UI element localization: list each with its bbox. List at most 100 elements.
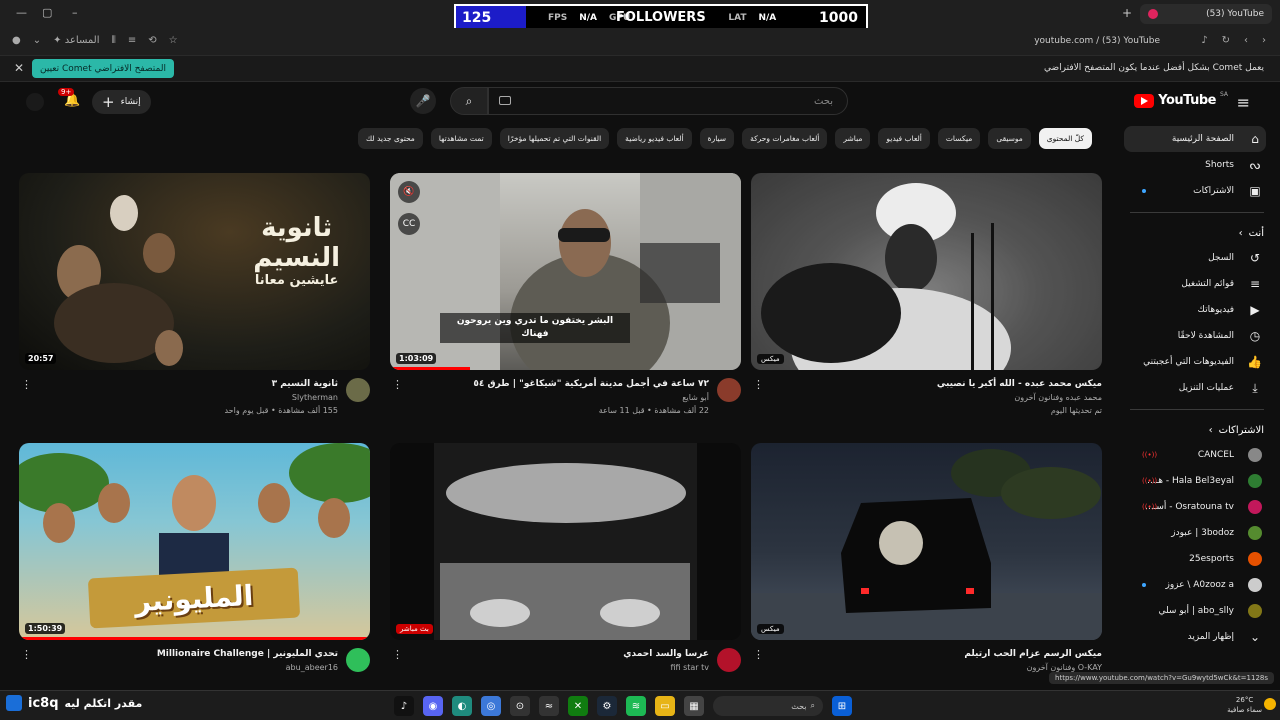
url-field[interactable]: youtube.com / (53) YouTube: [1034, 36, 1160, 46]
filter-chip[interactable]: محتوى جديد لك: [357, 128, 423, 149]
video-title[interactable]: ٧٢ ساعة في أجمل مدينة أمريكية "شيكاغو" |…: [418, 378, 709, 391]
more-actions-icon[interactable]: ⋮: [392, 648, 403, 661]
captions-icon[interactable]: CC: [398, 213, 420, 235]
channel-avatar[interactable]: [717, 648, 741, 672]
more-actions-icon[interactable]: ⋮: [21, 648, 32, 661]
more-actions-icon[interactable]: ⋮: [21, 378, 32, 391]
search-input[interactable]: بحث: [488, 87, 848, 115]
notifications-button[interactable]: 🔔 9+: [58, 88, 80, 108]
sidebar-item-liked[interactable]: 👍 الفيديوهات التي أعجبتني: [1120, 349, 1280, 375]
set-default-button[interactable]: تعيين Comet المتصفح الافتراضي: [32, 59, 174, 78]
show-more-button[interactable]: ⌄ إظهار المزيد: [1120, 624, 1280, 650]
video-thumbnail[interactable]: المليونير 1:50:39: [19, 443, 370, 640]
windows-start-icon[interactable]: ⊞: [832, 696, 852, 716]
network-icon[interactable]: ≈: [539, 696, 559, 716]
video-title[interactable]: تحدي المليونير | Millionaire Challenge: [47, 648, 338, 661]
bookmark-star-icon[interactable]: ☆: [169, 35, 178, 46]
filter-chip[interactable]: ألعاب فيديو: [878, 128, 930, 149]
filter-chip[interactable]: موسيقى: [988, 128, 1031, 149]
video-card[interactable]: المليونير 1:50:39 تحدي المليونير | Milli…: [19, 443, 370, 700]
video-thumbnail[interactable]: ميكس: [751, 443, 1102, 640]
app-icon[interactable]: [6, 695, 22, 711]
filter-chip[interactable]: ميكسات: [937, 128, 981, 149]
steam-icon[interactable]: ⚙: [597, 696, 617, 716]
menu-icon[interactable]: ≡: [128, 35, 136, 46]
close-icon[interactable]: ✕: [14, 61, 24, 75]
video-thumbnail[interactable]: ثانوية النسيم عايشين معانا 20:57: [19, 173, 370, 370]
filter-chip[interactable]: مباشر: [835, 128, 871, 149]
reload-icon[interactable]: ↻: [1222, 35, 1230, 46]
subscription-item[interactable]: Osratouna tv - أسـ... ((•)): [1120, 494, 1280, 520]
channel-name[interactable]: fifi star tv: [390, 661, 709, 674]
mute-icon[interactable]: 🔇: [398, 181, 420, 203]
mic-icon[interactable]: ♪: [1201, 35, 1207, 46]
voice-search-button[interactable]: 🎤: [410, 88, 436, 114]
close-window-icon[interactable]: –: [72, 6, 78, 19]
forward-icon[interactable]: ›: [1262, 35, 1266, 46]
filter-chip[interactable]: ألعاب فيديو رياضية: [617, 128, 692, 149]
back-icon[interactable]: ‹: [1244, 35, 1248, 46]
app-icon[interactable]: ▦: [684, 696, 704, 716]
assistant-button[interactable]: ✦ المساعد: [53, 35, 99, 46]
channel-name[interactable]: أبو شايع: [390, 391, 709, 404]
channel-name[interactable]: abu_abeer16: [19, 661, 338, 674]
filter-chip[interactable]: سيارة: [699, 128, 735, 149]
new-tab-button[interactable]: +: [1122, 6, 1132, 20]
channel-avatar[interactable]: [346, 378, 370, 402]
video-thumbnail[interactable]: ميكس: [751, 173, 1102, 370]
video-card[interactable]: 🔇 CC البشر يختفون ما تدري وين يروحون فهن…: [390, 173, 741, 430]
video-title[interactable]: ثانوية النسيم ٣: [47, 378, 338, 391]
file-explorer-icon[interactable]: ▭: [655, 696, 675, 716]
create-button[interactable]: إنشاء +: [92, 90, 151, 114]
sidebar-item-your-videos[interactable]: ▶ فيديوهاتك: [1120, 297, 1280, 323]
video-title[interactable]: عرسا والسد احمدي: [418, 648, 709, 661]
channel-name[interactable]: محمد عبده وفنانون آخرون: [751, 391, 1102, 404]
hamburger-menu-icon[interactable]: ≡: [1237, 93, 1250, 112]
video-card[interactable]: ميكس ميكس محمد عبده - الله أكبر يا نصيبي…: [751, 173, 1102, 430]
account-avatar[interactable]: [26, 93, 44, 111]
subscriptions-section-header[interactable]: الاشتراكات ›: [1120, 418, 1280, 442]
more-actions-icon[interactable]: ⋮: [392, 378, 403, 391]
video-card[interactable]: بث مباشر عرسا والسد احمدي fifi star tv ⋮: [390, 443, 741, 700]
channel-name[interactable]: Slytherman: [19, 391, 338, 404]
filter-chip[interactable]: ألعاب مغامرات وحركة: [742, 128, 828, 149]
sidebar-item-watch-later[interactable]: ◷ المشاهدة لاحقًا: [1120, 323, 1280, 349]
weather-widget[interactable]: 26°C سماء صافية: [1227, 695, 1262, 715]
video-title[interactable]: ميكس الرسم عزام الحب ارتيلم: [779, 648, 1102, 661]
keyboard-icon[interactable]: [499, 96, 511, 105]
sidebar-item-home[interactable]: ⌂ الصفحة الرئيسية: [1124, 126, 1266, 152]
filter-chip[interactable]: كلّ المحتوى: [1038, 128, 1092, 149]
video-card[interactable]: ميكس ميكس الرسم عزام الحب ارتيلم O-KAY و…: [751, 443, 1102, 700]
chrome-icon[interactable]: ◎: [481, 696, 501, 716]
video-thumbnail[interactable]: 🔇 CC البشر يختفون ما تدري وين يروحون فهن…: [390, 173, 741, 370]
extension-icon[interactable]: ⟲: [148, 35, 156, 46]
filter-chip[interactable]: القنوات التي تم تحميلها مؤخرًا: [499, 128, 610, 149]
sidebar-item-subscriptions[interactable]: ▣ الاشتراكات: [1120, 178, 1280, 204]
video-thumbnail[interactable]: بث مباشر: [390, 443, 741, 640]
sidebar-item-history[interactable]: ↺ السجل: [1120, 245, 1280, 271]
sidebar-item-playlist[interactable]: ≡ قوائم التشغيل: [1120, 271, 1280, 297]
browser-tab[interactable]: (53) YouTube: [1140, 4, 1272, 24]
youtube-logo[interactable]: YouTube SA: [1134, 91, 1228, 108]
comet-icon[interactable]: ◐: [452, 696, 472, 716]
video-title[interactable]: ميكس محمد عبده - الله أكبر يا نصيبي: [779, 378, 1102, 391]
subscription-item[interactable]: CANCEL ((•)): [1120, 442, 1280, 468]
subscription-item[interactable]: 25esports: [1120, 546, 1280, 572]
filter-chip[interactable]: تمت مشاهدتها: [430, 128, 492, 149]
obs-icon[interactable]: ⊙: [510, 696, 530, 716]
subscription-item[interactable]: 3bodoz | عبودز: [1120, 520, 1280, 546]
xbox-icon[interactable]: ✕: [568, 696, 588, 716]
voice-icon[interactable]: ⦀: [111, 35, 115, 46]
tiktok-icon[interactable]: ♪: [394, 696, 414, 716]
search-button[interactable]: ⌕: [450, 87, 488, 115]
subscription-item[interactable]: A0zooz a \ عزوز: [1120, 572, 1280, 598]
channel-avatar[interactable]: [717, 378, 741, 402]
taskbar-search[interactable]: بحث ⌕: [713, 696, 823, 716]
more-actions-icon[interactable]: ⋮: [753, 648, 764, 661]
dropdown-icon[interactable]: ⌄: [33, 35, 41, 46]
spotify-icon[interactable]: ≋: [626, 696, 646, 716]
you-section-header[interactable]: أنت ›: [1120, 221, 1280, 245]
sidebar-item-shorts[interactable]: ᔓ Shorts: [1120, 152, 1280, 178]
sidebar-item-download[interactable]: ⤓ عمليات التنزيل: [1120, 375, 1280, 401]
subscription-item[interactable]: abo_slly | أبو سلي: [1120, 598, 1280, 624]
